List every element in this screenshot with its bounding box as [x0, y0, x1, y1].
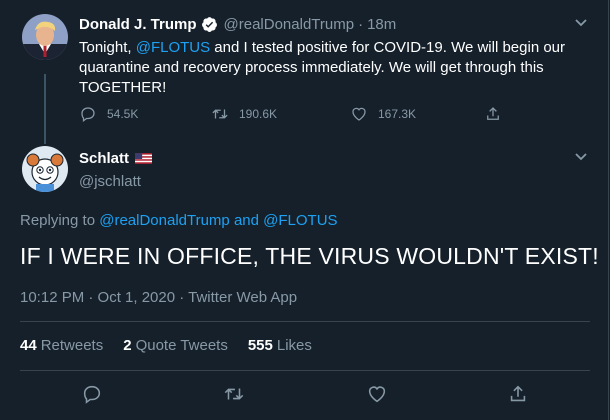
tweet-text-start: Tonight, — [79, 39, 136, 56]
reply-author-name[interactable]: Schlatt — [79, 150, 129, 167]
reply-tweet-text: IF I WERE IN OFFICE, THE VIRUS WOULDN'T … — [20, 243, 599, 269]
likes-label: Likes — [276, 337, 312, 354]
original-tweet-text: Tonight, @FLOTUS and I tested positive f… — [79, 38, 584, 98]
quote-tweets-stat[interactable]: 2 Quote Tweets — [123, 337, 228, 354]
share-button[interactable] — [507, 383, 531, 407]
trump-avatar[interactable] — [22, 14, 68, 60]
original-tweet-actions: 54.5K 190.6K 167.3K — [79, 105, 549, 127]
tweet-timestamp[interactable]: 10:12 PM · Oct 1, 2020 · Twitter Web App — [20, 289, 297, 306]
retweets-stat[interactable]: 44 Retweets — [20, 337, 103, 354]
reply-tweet-header: Schlatt — [79, 150, 153, 167]
separator-dot: · — [358, 16, 364, 33]
likes-count: 555 — [247, 337, 273, 354]
reply-button[interactable] — [81, 383, 105, 407]
replying-label: Replying to — [20, 212, 96, 229]
retweets-label: Retweets — [40, 337, 104, 354]
like-button[interactable] — [366, 383, 390, 407]
retweets-count: 44 — [20, 337, 37, 354]
quote-tweets-label: Quote Tweets — [135, 337, 228, 354]
author-name[interactable]: Donald J. Trump — [79, 16, 197, 33]
author-handle[interactable]: @realDonaldTrump — [224, 16, 355, 33]
verified-badge-icon — [201, 17, 217, 32]
tweet-thread: Donald J. Trump @realDonaldTrump · 18m T… — [0, 0, 609, 420]
engagement-stats: 44 Retweets 2 Quote Tweets 555 Likes — [20, 337, 332, 354]
us-flag-icon — [135, 153, 153, 164]
reply-icon — [83, 385, 101, 404]
like-action[interactable]: 167.3K — [350, 105, 416, 123]
reply-count: 54.5K — [107, 107, 139, 121]
retweet-icon — [224, 388, 244, 400]
share-action[interactable] — [484, 105, 512, 123]
retweet-action[interactable]: 190.6K — [211, 105, 277, 123]
flotus-mention-link[interactable]: @FLOTUS — [136, 39, 210, 56]
reply-action[interactable]: 54.5K — [79, 105, 138, 123]
divider — [20, 321, 590, 322]
thread-connector-line — [44, 74, 46, 144]
chevron-down-icon[interactable] — [574, 152, 588, 162]
replying-to-line: Replying to @realDonaldTrump and @FLOTUS — [20, 212, 338, 229]
reply-icon — [81, 107, 95, 123]
replying-mention-trump[interactable]: @realDonaldTrump — [99, 212, 230, 229]
retweet-button[interactable] — [223, 383, 247, 407]
like-count: 167.3K — [378, 107, 417, 121]
divider — [20, 370, 590, 371]
relative-time[interactable]: 18m — [367, 16, 396, 33]
chevron-down-icon[interactable] — [574, 18, 588, 28]
original-tweet-header: Donald J. Trump @realDonaldTrump · 18m — [79, 16, 396, 33]
reply-author-handle[interactable]: @jschlatt — [79, 173, 141, 190]
share-icon — [510, 385, 526, 402]
retweet-count: 190.6K — [239, 107, 278, 121]
replying-and: and — [233, 212, 259, 229]
quote-tweets-count: 2 — [123, 337, 132, 354]
replying-mention-flotus[interactable]: @FLOTUS — [263, 212, 337, 229]
reply-tweet-actions — [0, 383, 610, 411]
heart-icon — [368, 386, 386, 403]
schlatt-avatar[interactable] — [22, 146, 68, 192]
likes-stat[interactable]: 555 Likes — [248, 337, 312, 354]
share-icon — [487, 107, 499, 120]
heart-icon — [352, 107, 366, 121]
retweet-icon — [212, 109, 228, 119]
